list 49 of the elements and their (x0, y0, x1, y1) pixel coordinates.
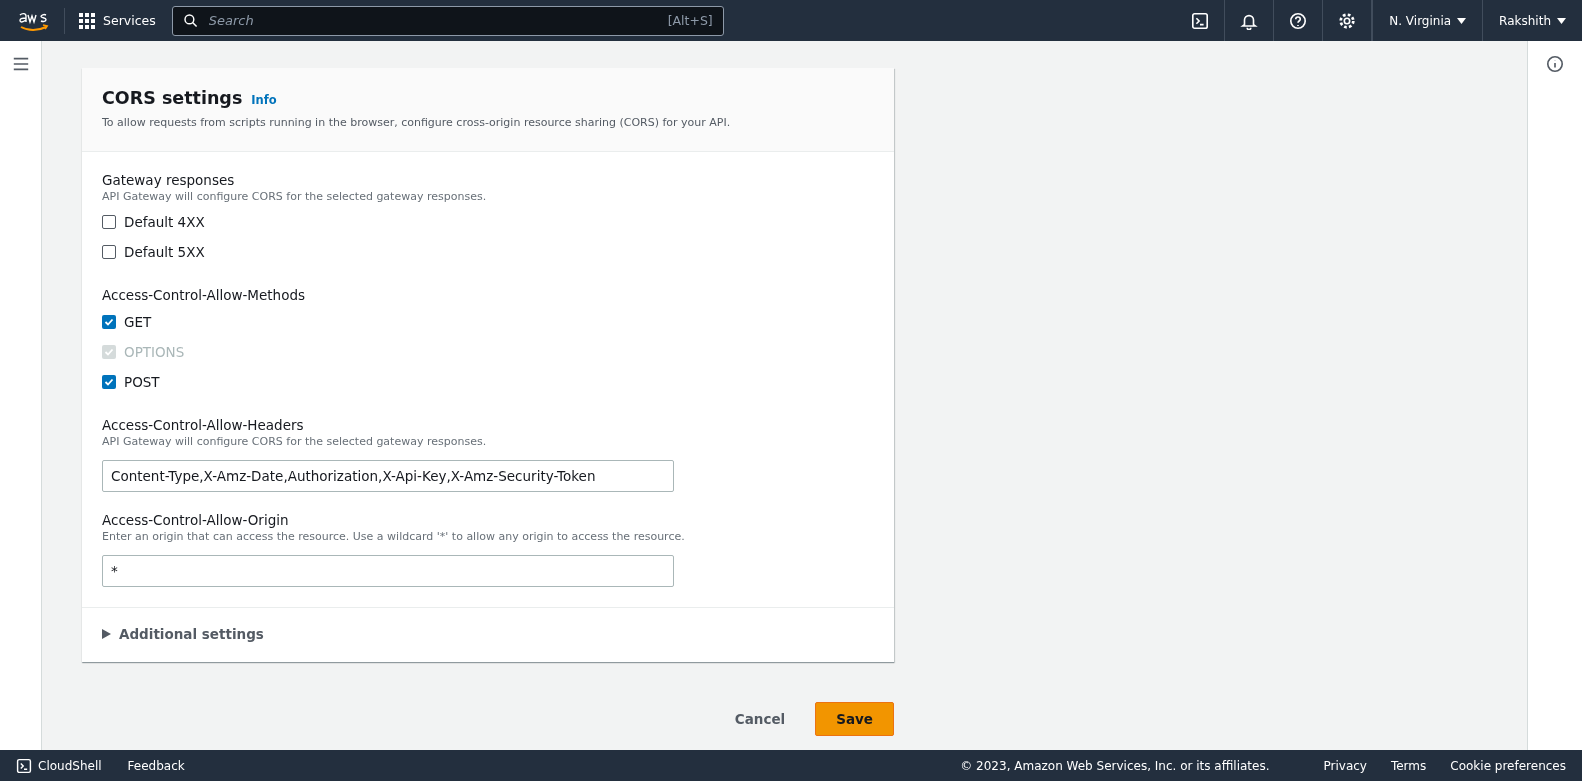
checkbox-label: OPTIONS (124, 344, 185, 360)
headers-input[interactable]: Content-Type,X-Amz-Date,Authorization,X-Api-Key,X-Amz-Security-Token (102, 460, 674, 492)
grid-icon (79, 12, 95, 29)
services-button[interactable]: Services (79, 12, 156, 29)
footer-link[interactable]: Privacy (1323, 758, 1367, 773)
field-label: Gateway responses (102, 172, 236, 188)
copyright-text: © 2023, Amazon Web Services, Inc. or its affiliates. (960, 758, 1270, 773)
checkbox-label: POST (124, 374, 160, 390)
caret-icon (1557, 17, 1566, 24)
field-label: Access-Control-Allow-Headers (102, 417, 305, 433)
field-hint: API Gateway will configure CORS for the selected gateway responses. (102, 190, 488, 203)
search-input[interactable]: Search (206, 12, 660, 29)
search-icon (182, 12, 199, 29)
check-icon (104, 377, 114, 387)
check-icon (104, 347, 114, 357)
footer-link[interactable]: Cookie preferences (1450, 758, 1566, 773)
caret-icon (1457, 17, 1467, 24)
terminal-icon (16, 757, 32, 774)
checkbox-label: GET (124, 314, 152, 330)
field-label: Access-Control-Allow-Origin (102, 512, 290, 528)
checkbox[interactable] (102, 215, 116, 229)
field-label: Access-Control-Allow-Methods (102, 287, 307, 303)
footer-link[interactable]: Terms (1390, 758, 1427, 773)
cancel-button[interactable]: Cancel (728, 703, 792, 735)
field-hint: Enter an origin that can access the resource. Use a wildcard '*' to allow any origin to access the resource. (102, 530, 686, 543)
panel-title: CORS settings (102, 88, 243, 108)
check-icon (104, 317, 114, 327)
region-menu[interactable]: N. Virginia (1372, 0, 1483, 41)
origin-input[interactable]: * (102, 555, 674, 587)
menu-icon (11, 55, 30, 73)
settings-icon (1338, 11, 1357, 30)
search-field[interactable]: Search [Alt+S] (171, 5, 724, 36)
cloudshell-button[interactable]: CloudShell (16, 757, 102, 774)
checkbox[interactable] (102, 375, 116, 389)
save-button[interactable]: Save (815, 702, 894, 736)
caret-icon (102, 629, 111, 639)
help-icon (1289, 11, 1308, 30)
info-icon (1546, 55, 1564, 73)
shortcut-hint: [Alt+S] (667, 13, 713, 28)
checkbox[interactable] (102, 315, 116, 329)
feedback-link[interactable]: Feedback (127, 758, 185, 773)
panel-description: To allow requests from scripts running in the browser, configure cross-origin resource sharing (CORS) for your API. (102, 116, 732, 129)
checkbox[interactable] (102, 245, 116, 259)
additional-settings-toggle[interactable]: Additional settings (82, 607, 894, 662)
checkbox-label: Default 4XX (124, 214, 205, 230)
checkbox-label: Default 5XX (124, 244, 205, 260)
field-hint: API Gateway will configure CORS for the selected gateway responses. (102, 435, 488, 448)
info-link[interactable]: Info (251, 93, 277, 107)
terminal-icon (1191, 11, 1210, 30)
